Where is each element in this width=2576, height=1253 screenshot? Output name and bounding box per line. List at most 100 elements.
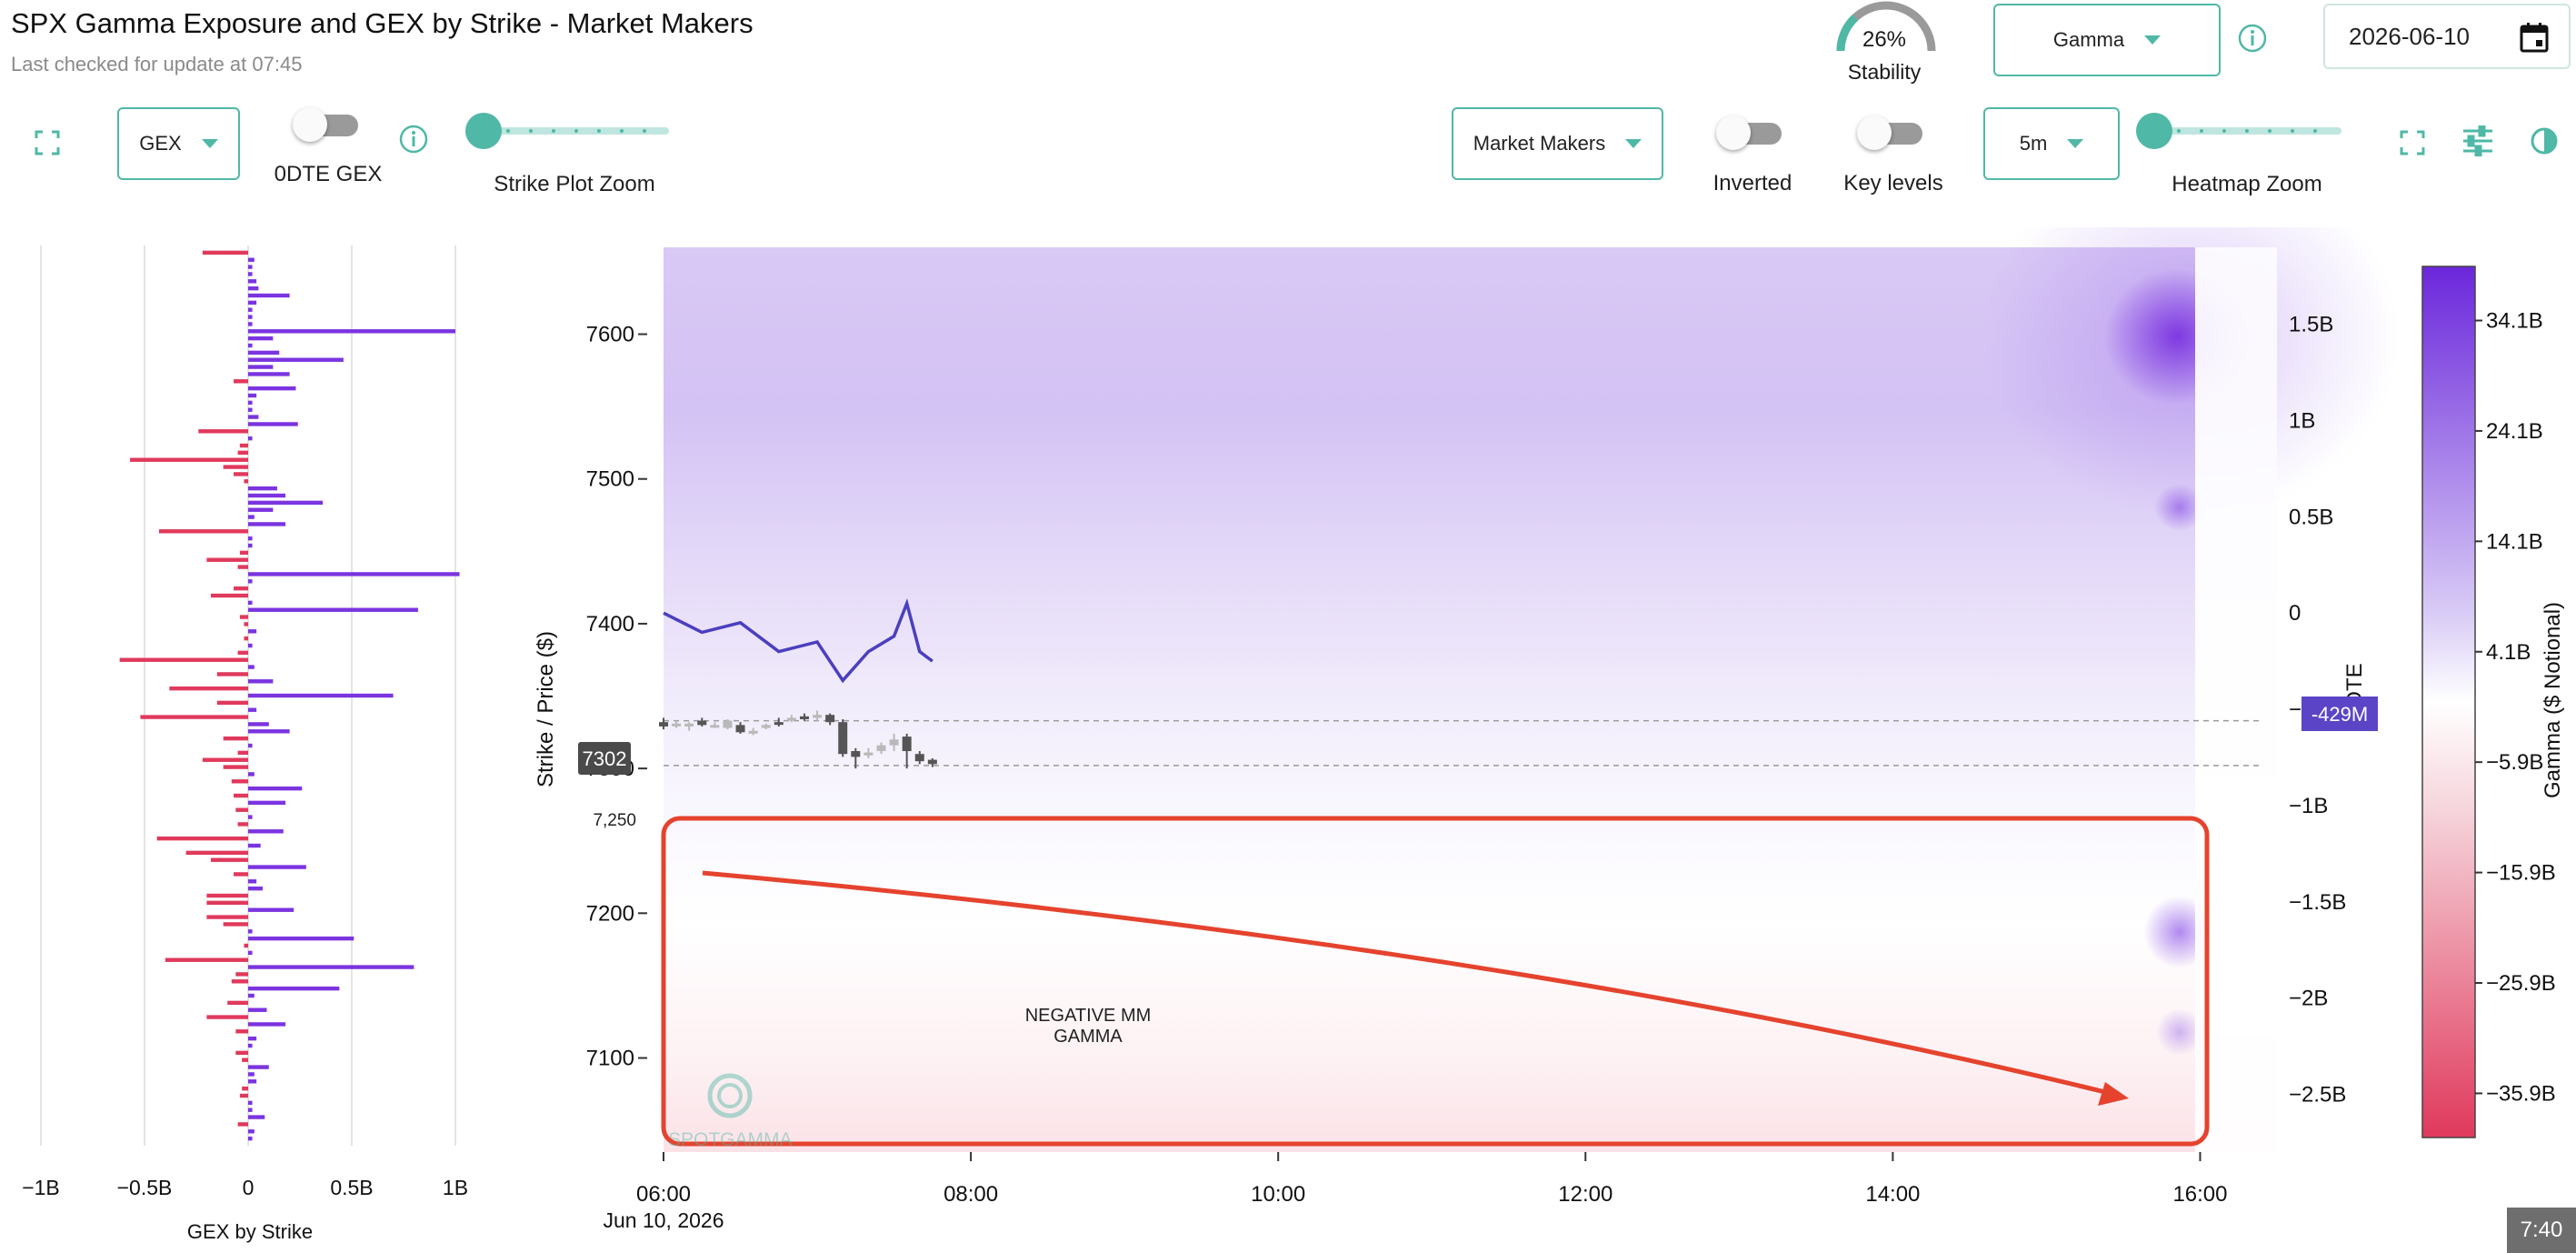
measure-dropdown-value: Gamma <box>2052 28 2125 51</box>
gex-bar <box>248 507 274 512</box>
x-axis-date: Jun 10, 2026 <box>603 1208 724 1232</box>
key-levels-toggle[interactable] <box>1857 115 1926 150</box>
gex-bar <box>248 665 255 669</box>
heatmap-y-tick-label: 7400 <box>586 612 634 637</box>
colorbar-tick-label: 4.1B <box>2486 640 2531 665</box>
gex-bar <box>248 1022 286 1027</box>
gex-bar <box>248 300 257 306</box>
gex-bar <box>248 1043 253 1048</box>
gex-by-strike-chart: −1B −0.5B 0 0.5B 1B GEX by Strike <box>0 227 509 1243</box>
gex-bar <box>248 522 286 526</box>
gex-bar <box>248 1115 265 1119</box>
stability-gauge: 26% Stability <box>1827 0 1945 87</box>
gex-bar <box>223 465 248 469</box>
gex-bar <box>140 715 248 719</box>
gex-bar <box>248 950 253 956</box>
info-icon[interactable] <box>398 124 429 155</box>
gex-bar <box>231 779 248 784</box>
gex-x-axis-label: GEX by Strike <box>187 1220 313 1243</box>
strike-zoom-slider[interactable] <box>465 113 669 149</box>
heatmap-right-tick-label: −1.5B <box>2289 890 2346 915</box>
gex-bar <box>248 800 286 806</box>
gex-bar <box>202 757 248 762</box>
heatmap-right-tick-label: −2.5B <box>2289 1082 2346 1107</box>
colorbar-tick-label: −15.9B <box>2486 861 2556 886</box>
heatmap-zoom-slider[interactable] <box>2136 113 2341 149</box>
gex-bar <box>248 993 255 998</box>
gex-x-tick-label: −0.5B <box>117 1176 173 1199</box>
heatmap-right-tick-label: 1B <box>2289 409 2315 434</box>
gex-bar <box>206 557 248 562</box>
gex-bar <box>248 393 257 398</box>
gex-bar <box>248 693 394 698</box>
gex-bar <box>248 322 253 326</box>
heatmap-right-tick-label: 0 <box>2289 601 2301 626</box>
participant-dropdown[interactable]: Market Makers <box>1452 107 1663 180</box>
heatmap-right-tick-label: 1.5B <box>2289 313 2333 337</box>
gex-bar <box>248 743 253 748</box>
candle-body <box>786 717 796 721</box>
gex-bar <box>248 1129 255 1134</box>
gex-bar <box>248 629 257 634</box>
inverted-toggle[interactable] <box>1716 115 1785 150</box>
gex-bar <box>185 850 248 856</box>
heatmap-y-axis-label: Strike / Price ($) <box>534 631 558 787</box>
gex-bar <box>248 329 455 334</box>
gex-bar <box>248 336 274 341</box>
last-update-text: Last checked for update at 07:45 <box>11 53 303 75</box>
tune-icon[interactable] <box>2461 125 2494 157</box>
gex-bar <box>235 1029 248 1034</box>
gex-bar <box>248 1136 253 1141</box>
candle-body <box>914 754 924 762</box>
contrast-icon[interactable] <box>2530 126 2559 155</box>
candle-body <box>864 752 874 756</box>
candle-body <box>799 716 809 719</box>
gex-dropdown[interactable]: GEX <box>117 107 240 180</box>
gex-bar <box>239 1093 248 1098</box>
measure-dropdown[interactable]: Gamma <box>1993 4 2221 76</box>
gex-bar <box>248 500 324 506</box>
gex-bar <box>248 679 274 684</box>
gex-bar <box>248 350 280 356</box>
gex-bar <box>235 972 248 977</box>
slider-thumb[interactable] <box>465 113 502 149</box>
heatmap-y-tick-label: 7100 <box>586 1047 634 1071</box>
date-input[interactable]: 2026-06-10 <box>2323 4 2571 69</box>
gex-bar <box>235 807 248 812</box>
calendar-icon[interactable] <box>2520 22 2549 53</box>
fullscreen-icon[interactable] <box>2400 130 2425 155</box>
fullscreen-icon[interactable] <box>35 130 60 155</box>
candle-body <box>838 722 848 755</box>
watermark-text: SPOTGAMMA <box>668 1129 793 1150</box>
zero-dte-toggle[interactable] <box>293 107 362 142</box>
gex-bar <box>198 429 248 434</box>
gex-bar <box>248 257 255 262</box>
slider-thumb[interactable] <box>2136 113 2172 149</box>
heatmap-x-tick-label: 10:00 <box>1251 1182 1305 1207</box>
gex-bar <box>248 786 303 791</box>
price-marker-label: 7302 <box>583 747 627 770</box>
gex-bar <box>248 865 306 869</box>
info-icon[interactable] <box>2237 23 2268 54</box>
heatmap-right-tick-label: −2B <box>2289 987 2328 1011</box>
gex-bar <box>248 422 298 426</box>
gex-bar <box>248 415 259 419</box>
gex-x-tick-label: 1B <box>443 1176 468 1199</box>
colorbar-tick-label: −35.9B <box>2486 1081 2556 1106</box>
gex-bar <box>248 643 253 648</box>
date-input-value: 2026-06-10 <box>2349 22 2470 50</box>
gex-bar <box>239 550 248 556</box>
strike-zoom-label: Strike Plot Zoom <box>494 172 655 196</box>
candle-body <box>761 725 771 728</box>
gex-by-strike-svg: −1B −0.5B 0 0.5B 1B GEX by Strike <box>22 246 468 1243</box>
gex-bar <box>237 650 248 656</box>
gex-bar <box>244 636 248 641</box>
chevron-down-icon <box>1625 139 1642 148</box>
gex-bar <box>227 1000 248 1006</box>
interval-dropdown[interactable]: 5m <box>1983 107 2120 180</box>
gex-bar <box>248 1036 257 1041</box>
gex-bar <box>234 472 248 476</box>
gex-bar <box>234 872 248 877</box>
annotation-text-line1: NEGATIVE MM <box>1025 1006 1152 1026</box>
gamma-heatmap-svg: 760075007400730072007100 1.5B1B0.5B0−0.5… <box>534 155 2565 1232</box>
